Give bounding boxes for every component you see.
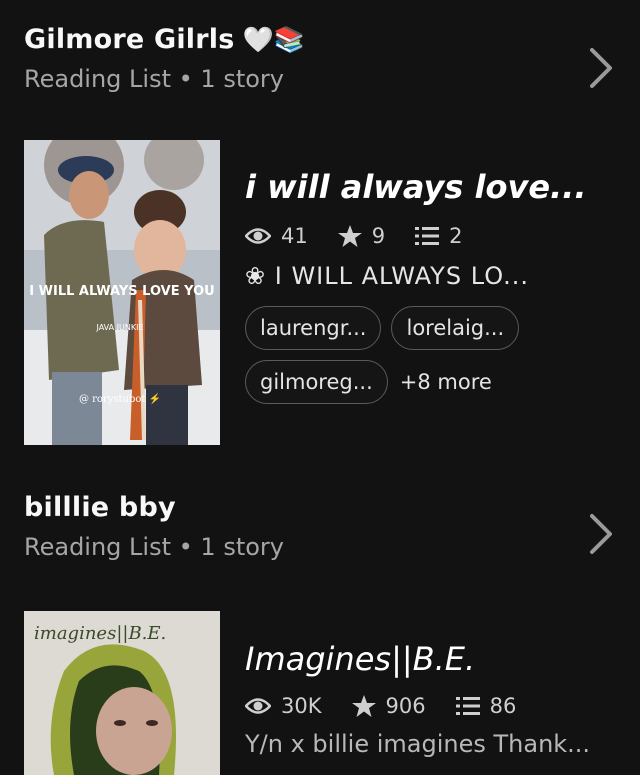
reading-list-meta: Reading List • 1 story (24, 65, 284, 93)
parts-count: 2 (449, 224, 463, 248)
heart-books-emoji: 🤍📚 (242, 24, 306, 54)
reading-list-title: Gilmore Gilrls 🤍📚 (24, 24, 306, 55)
list-icon (455, 697, 480, 715)
story-description: Y/n x billie imagines Thank... (245, 730, 591, 758)
votes-stat: 906 (351, 694, 426, 718)
parts-stat: 2 (415, 224, 462, 248)
star-icon (337, 225, 362, 247)
reads-count: 30K (281, 694, 322, 718)
parts-count: 86 (489, 694, 517, 718)
cover-title-text: I WILL ALWAYS LOVE YOU (29, 284, 214, 299)
story-card[interactable]: Imagines||B.E. 30K 906 86 Y/n x billie i… (245, 640, 630, 758)
star-icon (351, 695, 376, 717)
story-description: ❀ I WILL ALWAYS LO... (245, 262, 530, 290)
votes-count: 906 (385, 694, 426, 718)
story-cover[interactable]: imagines||B.E. (24, 611, 220, 775)
cover-credit-text: @ rorystubot ⚡ (79, 392, 161, 405)
tag-list: laurengr... lorelaig... gilmoreg... +8 m… (245, 306, 545, 404)
story-title[interactable]: i will always love... (245, 168, 630, 206)
reads-stat: 30K (245, 694, 322, 718)
list-icon (415, 227, 440, 245)
tag-chip[interactable]: laurengr... (245, 306, 382, 350)
story-cover[interactable]: I WILL ALWAYS LOVE YOU JAVA JUNKIE @ ror… (24, 140, 220, 445)
eye-icon (245, 228, 271, 244)
cover-title-text: imagines||B.E. (34, 623, 166, 644)
cover-image: I WILL ALWAYS LOVE YOU JAVA JUNKIE @ ror… (24, 140, 220, 445)
story-stats: 30K 906 86 (245, 694, 630, 718)
reading-list-meta: Reading List • 1 story (24, 533, 284, 561)
reading-list-header[interactable]: billlie bby Reading List • 1 story (24, 492, 640, 561)
votes-stat: 9 (337, 224, 386, 248)
votes-count: 9 (371, 224, 386, 248)
tag-chip[interactable]: lorelaig... (391, 306, 520, 350)
cover-image: imagines||B.E. (24, 611, 220, 775)
story-title[interactable]: Imagines||B.E. (245, 640, 630, 678)
chevron-right-icon[interactable] (580, 44, 620, 92)
eye-icon (245, 698, 271, 714)
cover-subtitle-text: JAVA JUNKIE (95, 323, 143, 332)
tag-chip[interactable]: gilmoreg... (245, 360, 388, 404)
more-tags-link[interactable]: +8 more (398, 370, 492, 394)
reading-list-header[interactable]: Gilmore Gilrls 🤍📚 Reading List • 1 story (24, 24, 640, 93)
story-stats: 41 9 2 (245, 224, 630, 248)
chevron-right-icon[interactable] (580, 510, 620, 558)
reads-stat: 41 (245, 224, 308, 248)
parts-stat: 86 (455, 694, 517, 718)
reads-count: 41 (281, 224, 308, 248)
reading-list-title: billlie bby (24, 492, 176, 523)
story-card[interactable]: i will always love... 41 9 2 ❀ I WILL AL… (245, 168, 630, 404)
